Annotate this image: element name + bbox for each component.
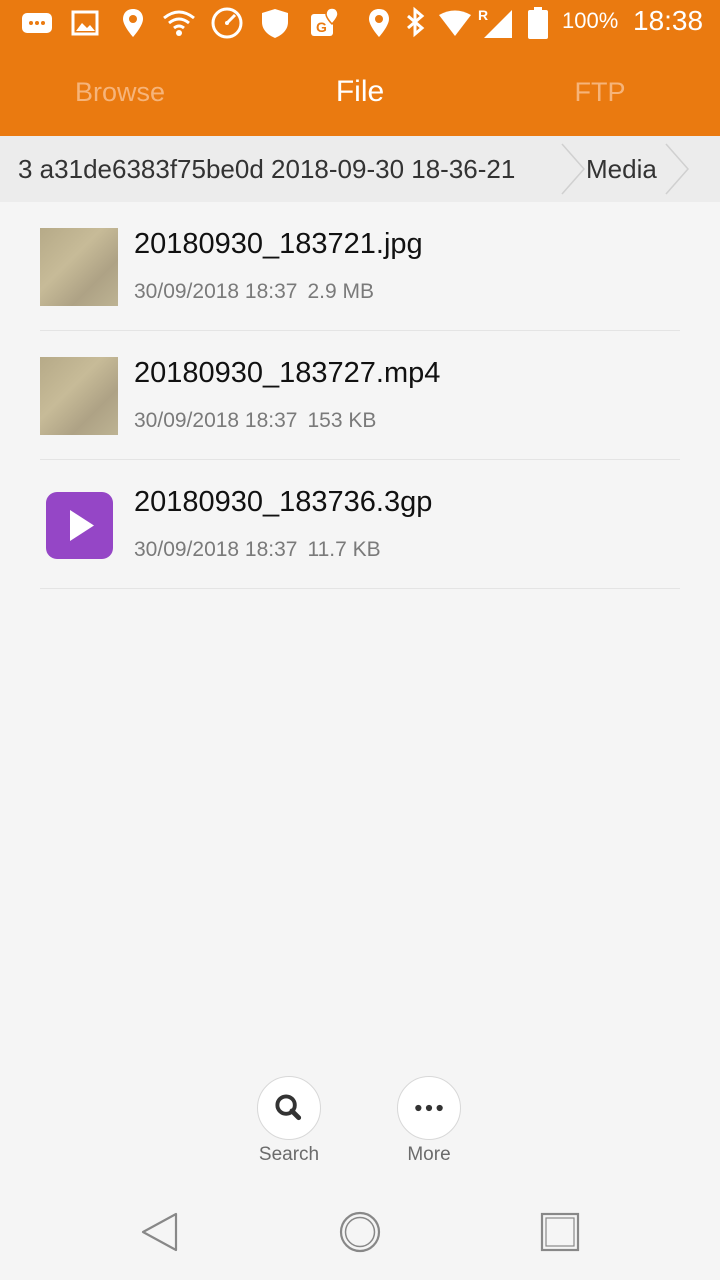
- back-icon[interactable]: [138, 1210, 182, 1254]
- breadcrumb: 3 a31de6383f75be0d 2018-09-30 18-36-21 M…: [0, 136, 720, 202]
- file-name: 20180930_183736.3gp: [134, 486, 433, 518]
- video-thumbnail: [40, 357, 118, 435]
- file-size: 2.9 MB: [307, 280, 375, 303]
- tab-ftp[interactable]: FTP: [480, 48, 720, 136]
- bluetooth-icon: [398, 6, 432, 40]
- cell-signal-icon: R: [476, 6, 516, 40]
- chevron-right-icon: [560, 136, 586, 202]
- breadcrumb-item-media[interactable]: Media: [586, 136, 657, 202]
- chevron-right-icon: [664, 136, 690, 202]
- app-header: G R 100% 18:38 Browse File FTP: [0, 0, 720, 136]
- tab-bar: Browse File FTP: [0, 48, 720, 136]
- location-icon: [362, 6, 396, 40]
- search-icon: [257, 1076, 321, 1140]
- battery-percent: 100%: [562, 8, 619, 33]
- play-icon: [46, 492, 113, 559]
- location-icon: [116, 6, 150, 40]
- navigation-bar: [0, 1192, 720, 1280]
- status-bar: G R 100% 18:38: [0, 0, 720, 48]
- breadcrumb-item-folder[interactable]: 3 a31de6383f75be0d 2018-09-30 18-36-21: [18, 136, 515, 202]
- battery-icon: [526, 6, 550, 40]
- shield-icon: [258, 6, 292, 40]
- file-meta: 30/09/2018 18:37 2.9 MB: [134, 280, 374, 304]
- more-icon: [397, 1076, 461, 1140]
- wifi-icon: [162, 6, 196, 40]
- svg-text:G: G: [316, 19, 327, 35]
- file-list: 20180930_183721.jpg 30/09/2018 18:37 2.9 …: [0, 202, 720, 589]
- gallery-icon: [68, 6, 102, 40]
- recents-icon[interactable]: [538, 1210, 582, 1254]
- list-item[interactable]: 20180930_183736.3gp 30/09/2018 18:37 11.7…: [0, 460, 720, 589]
- messenger-icon: [20, 6, 54, 40]
- roaming-indicator: R: [478, 7, 488, 23]
- more-button[interactable]: More: [379, 1076, 479, 1176]
- wifi-signal-icon: [438, 6, 472, 40]
- search-label: Search: [258, 1144, 320, 1165]
- divider: [40, 588, 680, 589]
- file-date: 30/09/2018 18:37: [134, 538, 298, 561]
- file-name: 20180930_183727.mp4: [134, 357, 441, 389]
- file-date: 30/09/2018 18:37: [134, 409, 298, 432]
- tab-file[interactable]: File: [240, 48, 480, 136]
- more-label: More: [407, 1144, 451, 1165]
- file-size: 153 KB: [307, 409, 377, 432]
- speedometer-icon: [210, 6, 244, 40]
- file-date: 30/09/2018 18:37: [134, 280, 298, 303]
- file-meta: 30/09/2018 18:37 11.7 KB: [134, 538, 381, 562]
- list-item[interactable]: 20180930_183721.jpg 30/09/2018 18:37 2.9 …: [0, 202, 720, 331]
- file-size: 11.7 KB: [307, 538, 381, 561]
- maps-icon: G: [308, 6, 342, 40]
- image-thumbnail: [40, 228, 118, 306]
- list-item[interactable]: 20180930_183727.mp4 30/09/2018 18:37 153 …: [0, 331, 720, 460]
- home-icon[interactable]: [338, 1210, 382, 1254]
- file-meta: 30/09/2018 18:37 153 KB: [134, 409, 376, 433]
- search-button[interactable]: Search: [239, 1076, 339, 1176]
- tab-browse[interactable]: Browse: [0, 48, 240, 136]
- file-name: 20180930_183721.jpg: [134, 228, 423, 260]
- status-time: 18:38: [633, 5, 704, 36]
